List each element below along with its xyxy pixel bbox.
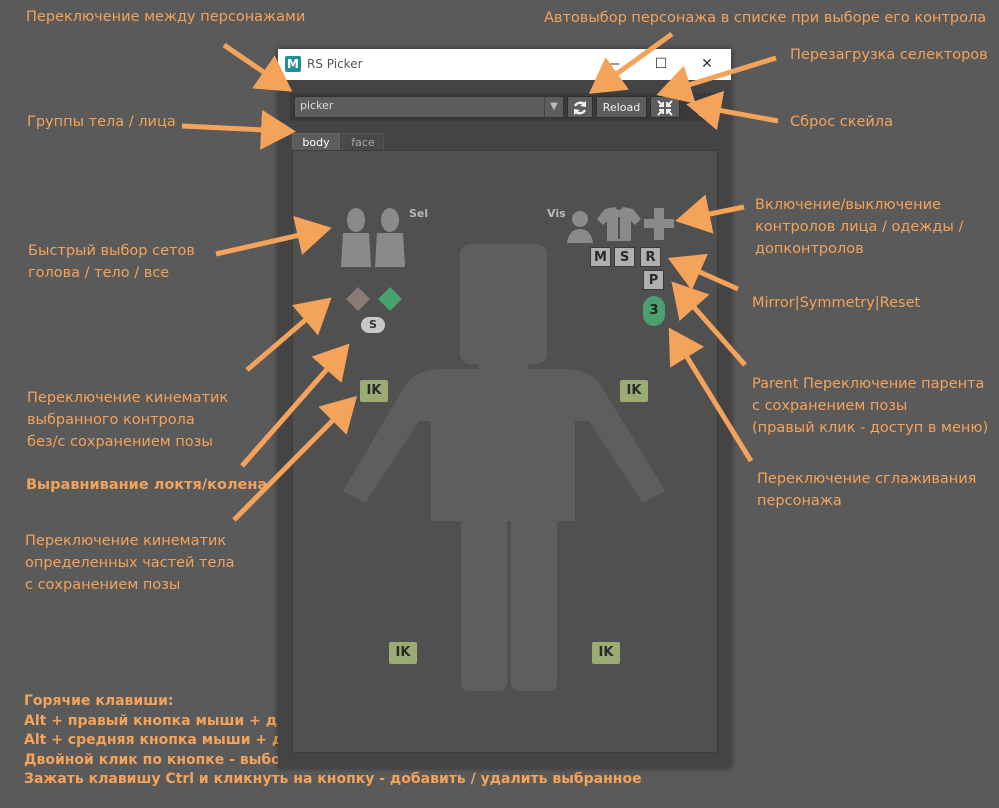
annotation-arrows — [181, 31, 779, 522]
arrow — [588, 31, 674, 94]
arrow — [686, 90, 779, 131]
arrow — [215, 216, 332, 257]
arrow — [181, 109, 296, 150]
arrow — [222, 42, 293, 92]
arrow — [667, 253, 740, 292]
page: { "annotations": { "switch_characters": … — [0, 0, 999, 808]
arrow — [675, 194, 745, 234]
arrow — [668, 327, 754, 463]
arrow — [671, 281, 747, 367]
arrow — [232, 395, 358, 522]
arrow — [240, 343, 350, 468]
arrow — [245, 297, 332, 372]
arrow — [656, 55, 777, 104]
